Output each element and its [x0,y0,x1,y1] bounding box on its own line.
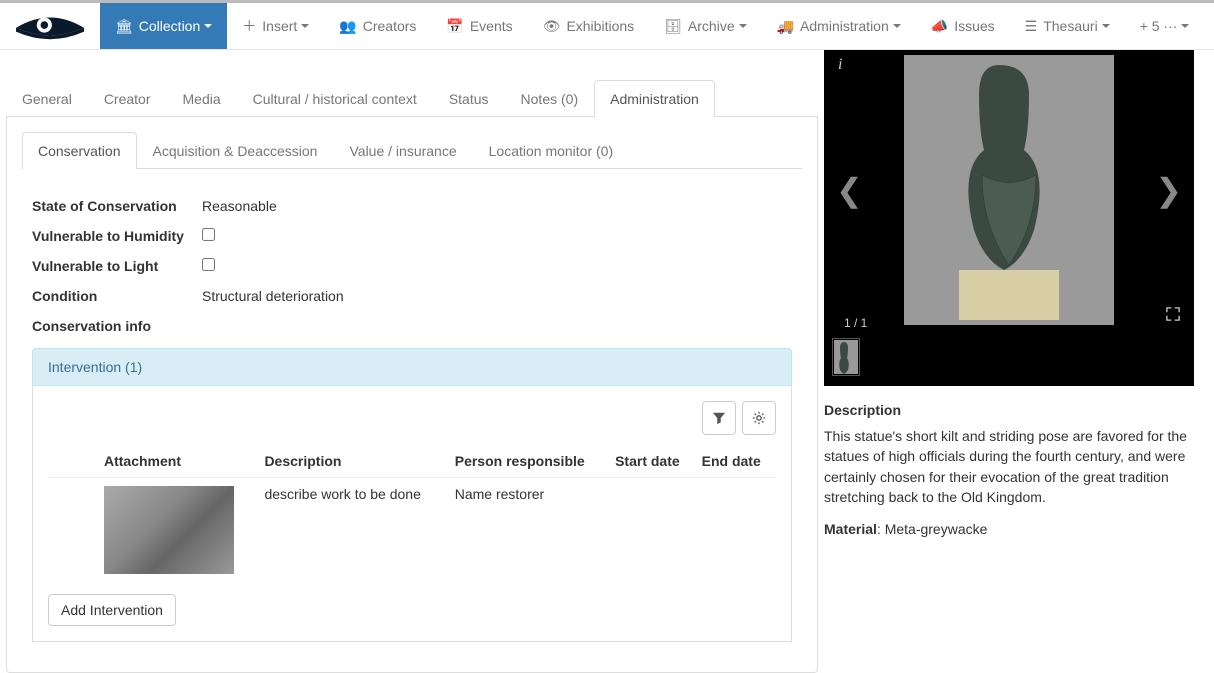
expand-icon [1166,307,1180,321]
subtab-value[interactable]: Value / insurance [333,132,472,169]
expand-button[interactable] [1166,307,1180,324]
top-navigation: 🏛 Collection ＋ Insert 👥 Creators 📅 Event… [0,0,1214,50]
tab-creator[interactable]: Creator [88,80,167,117]
nav-collection[interactable]: 🏛 Collection [100,3,227,49]
nav-administration-label: Administration [800,18,889,34]
condition-value: Structural deterioration [202,288,792,304]
col-start: Start date [609,445,696,478]
caret-down-icon [1102,24,1110,28]
conservation-panel: State of Conservation Reasonable Vulnera… [22,169,802,657]
object-image[interactable] [904,55,1114,325]
subtab-location[interactable]: Location monitor (0) [473,132,630,169]
col-drag [48,445,98,478]
nav-more[interactable]: + 5 ··· [1125,3,1205,49]
info-icon[interactable]: i [838,56,842,74]
caret-down-icon [739,24,747,28]
nav-exhibitions[interactable]: 👁 Exhibitions [528,3,649,49]
nav-creators-label: Creators [363,18,417,34]
description-body: This statue's short kilt and striding po… [824,426,1194,507]
tab-media[interactable]: Media [167,80,237,117]
material-line: Material: Meta-greywacke [824,521,1194,537]
nav-insert-label: Insert [262,18,297,34]
tab-administration[interactable]: Administration [594,80,715,117]
subtab-acquisition[interactable]: Acquisition & Deaccession [137,132,334,169]
add-intervention-button[interactable]: Add Intervention [48,594,176,626]
nav-events-label: Events [470,18,513,34]
caret-down-icon [893,24,901,28]
intervention-header[interactable]: Intervention (1) [32,348,792,386]
settings-button[interactable] [742,401,776,435]
tab-status[interactable]: Status [433,80,505,117]
condition-label: Condition [32,288,202,304]
plus-icon: ＋ [242,16,256,36]
prev-image-button[interactable]: ❮ [824,171,875,209]
tab-notes[interactable]: Notes (0) [505,80,595,117]
nav-creators[interactable]: 👥 Creators [324,3,431,49]
intervention-table: Attachment Description Person responsibl… [48,445,776,582]
nav-more-label: + 5 ··· [1140,18,1178,34]
humidity-checkbox[interactable] [202,228,215,241]
image-viewer: i ❮ ❯ 1 / 1 [824,50,1194,386]
nav-events[interactable]: 📅 Events [431,3,527,49]
row-description: describe work to be done [258,478,448,583]
bank-icon: 🏛 [115,18,133,35]
nav-exhibitions-label: Exhibitions [566,18,634,34]
filter-button[interactable] [702,401,736,435]
filter-icon [712,411,726,425]
light-checkbox[interactable] [202,258,215,271]
main-tabs: General Creator Media Cultural / histori… [6,80,818,117]
intervention-body: Attachment Description Person responsibl… [32,386,792,642]
logo[interactable] [0,3,100,49]
description-title: Description [824,402,1194,418]
humidity-label: Vulnerable to Humidity [32,228,202,244]
material-label: Material [824,521,877,537]
administration-panel: Conservation Acquisition & Deaccession V… [6,117,818,673]
col-attachment: Attachment [98,445,258,478]
caret-down-icon [301,24,309,28]
nav-issues[interactable]: 📣 Issues [916,3,1010,49]
eye-icon: 👁 [543,18,561,35]
tab-context[interactable]: Cultural / historical context [237,80,433,117]
archive-icon: 🗄 [664,18,682,35]
state-label: State of Conservation [32,198,202,214]
page-indicator: 1 / 1 [824,314,887,330]
row-person: Name restorer [449,478,609,583]
nav-archive-label: Archive [688,18,735,34]
attachment-thumbnail[interactable] [104,486,234,574]
users-icon: 👥 [339,18,356,35]
nav-issues-label: Issues [954,18,994,34]
material-value: : Meta-greywacke [877,521,987,537]
caret-down-icon [204,24,212,28]
nav-thesauri-label: Thesauri [1043,18,1097,34]
nav-archive[interactable]: 🗄 Archive [649,3,761,49]
light-label: Vulnerable to Light [32,258,202,274]
col-end: End date [696,445,776,478]
bullhorn-icon: 📣 [931,18,948,35]
truck-icon: 🚚 [777,18,794,35]
tab-general[interactable]: General [6,80,88,117]
nav-thesauri[interactable]: ☰ Thesauri [1010,3,1125,49]
gear-icon [752,411,766,425]
list-icon: ☰ [1025,18,1038,35]
row-end [696,478,776,583]
info-label: Conservation info [32,318,202,334]
row-start [609,478,696,583]
calendar-icon: 📅 [446,18,463,35]
subtab-conservation[interactable]: Conservation [22,132,137,169]
col-person: Person responsible [449,445,609,478]
table-row[interactable]: describe work to be done Name restorer [48,478,776,583]
caret-down-icon [1181,24,1189,28]
sub-tabs: Conservation Acquisition & Deaccession V… [22,132,802,169]
nav-administration[interactable]: 🚚 Administration [762,3,916,49]
thumbnail-strip [824,330,1194,386]
next-image-button[interactable]: ❯ [1143,171,1194,209]
col-description: Description [258,445,448,478]
thumbnail[interactable] [832,338,860,376]
nav-collection-label: Collection [139,18,200,34]
state-value: Reasonable [202,198,792,214]
nav-insert[interactable]: ＋ Insert [227,3,324,49]
